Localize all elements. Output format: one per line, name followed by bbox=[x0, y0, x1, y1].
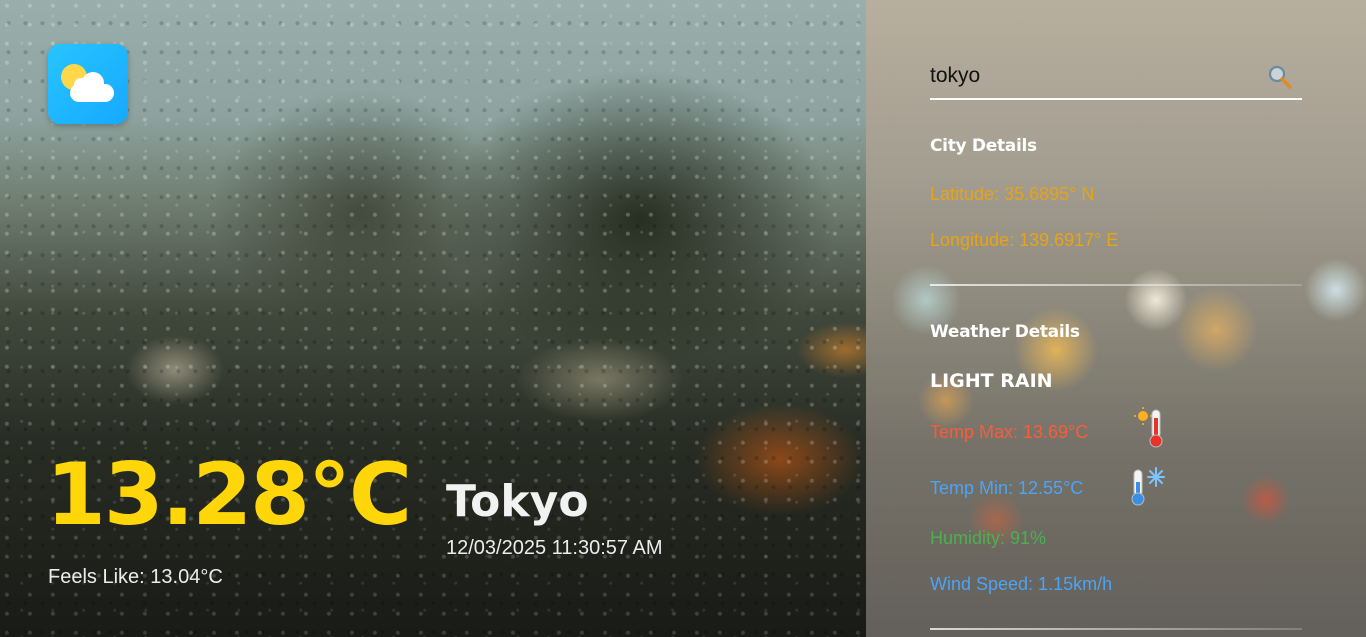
cold-thermometer-icon bbox=[1128, 464, 1165, 508]
search-icon[interactable] bbox=[1266, 63, 1294, 91]
weather-details-title: Weather Details bbox=[930, 322, 1080, 342]
longitude-text: Longitude: 139.6917° E bbox=[930, 230, 1119, 250]
search-input[interactable] bbox=[930, 60, 1250, 92]
humidity-text: Humidity: 91% bbox=[930, 528, 1047, 548]
city-name: Tokyo bbox=[446, 476, 589, 527]
current-temperature: 13.28°C bbox=[46, 445, 412, 545]
search-bar bbox=[930, 56, 1302, 100]
section-divider bbox=[930, 284, 1302, 286]
temp-max-text: Temp Max: 13.69°C bbox=[930, 422, 1089, 442]
city-details-title: City Details bbox=[930, 136, 1037, 156]
bottom-divider bbox=[930, 628, 1302, 630]
sun-behind-cloud-icon bbox=[48, 44, 128, 124]
temp-min-text: Temp Min: 12.55°C bbox=[930, 478, 1084, 498]
cloud-shape bbox=[70, 72, 114, 102]
feels-like-text: Feels Like: 13.04°C bbox=[48, 566, 223, 588]
date-time: 12/03/2025 11:30:57 AM bbox=[446, 537, 663, 559]
hot-thermometer-icon bbox=[1134, 406, 1170, 450]
weather-condition: LIGHT RAIN bbox=[930, 370, 1053, 392]
wind-speed-text: Wind Speed: 1.15km/h bbox=[930, 574, 1113, 594]
latitude-text: Latitude: 35.6895° N bbox=[930, 184, 1095, 204]
